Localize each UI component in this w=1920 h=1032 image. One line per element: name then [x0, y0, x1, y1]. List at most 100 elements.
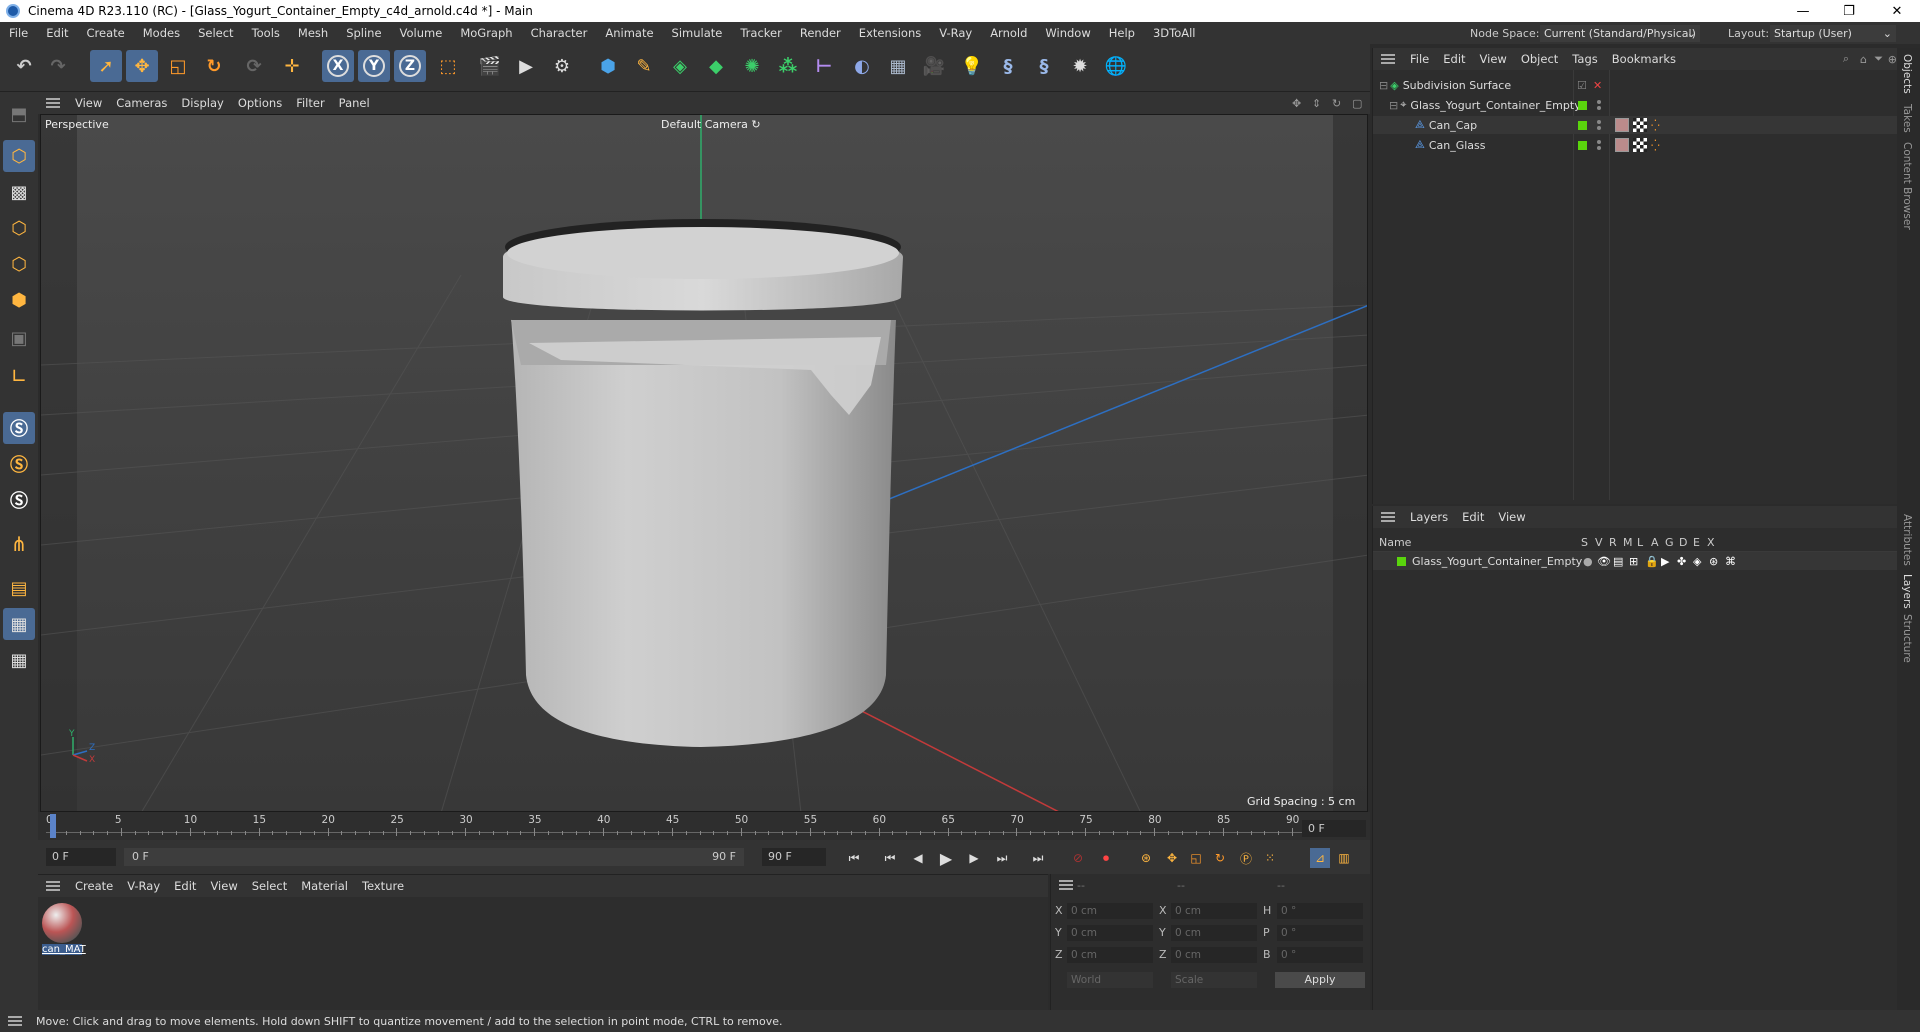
- scale-tool-icon[interactable]: ◱: [162, 50, 194, 82]
- layer-menu-layers[interactable]: Layers: [1403, 510, 1455, 524]
- tab-content-browser[interactable]: Content Browser: [1901, 142, 1913, 230]
- uvw-tag-icon[interactable]: [1633, 138, 1647, 152]
- grid-lines-icon[interactable]: ▦: [3, 608, 35, 640]
- next-frame-icon[interactable]: ▶: [964, 848, 984, 868]
- menu-mograph[interactable]: MoGraph: [451, 26, 521, 40]
- menu-character[interactable]: Character: [522, 26, 597, 40]
- snap-settings-icon[interactable]: Ⓢ: [3, 448, 35, 480]
- axis-x-lock-button[interactable]: X: [322, 50, 354, 82]
- size-z-field[interactable]: 0 cm: [1171, 947, 1257, 963]
- phong-tag-icon[interactable]: ⁛: [1651, 139, 1660, 152]
- points-mode-icon[interactable]: ⬡: [3, 212, 35, 244]
- position-x-field[interactable]: 0 cm: [1067, 903, 1153, 919]
- menu-animate[interactable]: Animate: [596, 26, 662, 40]
- key-selection-icon[interactable]: ⊛: [1136, 848, 1156, 868]
- object-row-can-cap[interactable]: ⟁ Can_Cap ⁛: [1373, 116, 1897, 134]
- previous-key-icon[interactable]: ⏮: [880, 848, 900, 868]
- tab-structure[interactable]: Structure: [1901, 614, 1913, 663]
- tab-objects[interactable]: Objects: [1901, 54, 1913, 94]
- go-to-end-icon[interactable]: ⏭: [1028, 848, 1048, 868]
- magnet-icon[interactable]: ⋔: [3, 528, 35, 560]
- viewport-zoom-icon[interactable]: ⇕: [1312, 97, 1321, 110]
- position-z-field[interactable]: 0 cm: [1067, 947, 1153, 963]
- coord-hamburger-icon[interactable]: [1059, 880, 1073, 890]
- play-forward-icon[interactable]: ▶: [936, 848, 956, 868]
- minimize-button[interactable]: —: [1780, 0, 1826, 22]
- material-swatch[interactable]: can_MAT: [42, 903, 86, 959]
- object-row-can-glass[interactable]: ⟁ Can_Glass ⁛: [1373, 136, 1897, 154]
- position-y-field[interactable]: 0 cm: [1067, 925, 1153, 941]
- tree-collapse-icon[interactable]: ⊟: [1379, 79, 1388, 92]
- visibility-dots[interactable]: [1597, 120, 1601, 130]
- field-icon[interactable]: ◐: [846, 50, 878, 82]
- visibility-dots[interactable]: [1597, 100, 1601, 110]
- timeline-ruler[interactable]: 051015202530354045505560657075808590 0 F: [38, 812, 1370, 840]
- texture-mode-icon[interactable]: ▩: [3, 176, 35, 208]
- model-mode-icon[interactable]: ⬡: [3, 140, 35, 172]
- layer-render-icon[interactable]: ▤: [1613, 555, 1623, 568]
- size-y-field[interactable]: 0 cm: [1171, 925, 1257, 941]
- material-tag-icon[interactable]: [1615, 138, 1629, 152]
- layer-deformers-icon[interactable]: ◈: [1693, 555, 1701, 568]
- new-view-icon[interactable]: ⊕: [1888, 53, 1897, 66]
- layer-generators-icon[interactable]: ✤: [1677, 555, 1686, 568]
- layer-xref-icon[interactable]: ⌘: [1725, 555, 1736, 568]
- start-frame-field[interactable]: 0 F: [46, 848, 116, 866]
- light-icon[interactable]: 💡: [956, 50, 988, 82]
- key-scale-icon[interactable]: ◱: [1186, 848, 1206, 868]
- current-frame-field[interactable]: 0 F: [1302, 820, 1366, 837]
- edges-mode-icon[interactable]: ⬡: [3, 248, 35, 280]
- menu-mesh[interactable]: Mesh: [289, 26, 337, 40]
- viewport-menu-display[interactable]: Display: [174, 96, 230, 110]
- material-menu-texture[interactable]: Texture: [355, 879, 411, 893]
- python-script-icon[interactable]: §: [1028, 50, 1060, 82]
- viewport-menu-cameras[interactable]: Cameras: [109, 96, 174, 110]
- tree-collapse-icon[interactable]: ⊟: [1389, 99, 1398, 112]
- menu-volume[interactable]: Volume: [391, 26, 452, 40]
- menu-render[interactable]: Render: [791, 26, 850, 40]
- quantize-icon[interactable]: Ⓢ: [3, 484, 35, 516]
- apply-button[interactable]: Apply: [1275, 972, 1365, 988]
- pen-spline-icon[interactable]: ✎: [628, 50, 660, 82]
- go-to-start-icon[interactable]: ⏮: [844, 848, 864, 868]
- layer-animation-icon[interactable]: ▶: [1661, 555, 1669, 568]
- menu-vray[interactable]: V-Ray: [930, 26, 981, 40]
- layer-row[interactable]: Glass_Yogurt_Container_Empty ● 👁 ▤ ⊞ 🔒 ▶…: [1373, 552, 1897, 570]
- tab-layers[interactable]: Layers: [1901, 574, 1913, 609]
- viewport-menu-view[interactable]: View: [68, 96, 109, 110]
- recent-tools-icon[interactable]: ⟳: [238, 50, 270, 82]
- make-editable-icon[interactable]: ⬒: [3, 98, 35, 130]
- rotation-p-field[interactable]: 0 °: [1277, 925, 1363, 941]
- menu-help[interactable]: Help: [1100, 26, 1144, 40]
- menu-select[interactable]: Select: [189, 26, 242, 40]
- globe-icon[interactable]: 🌐: [1100, 50, 1132, 82]
- layer-menu-view[interactable]: View: [1491, 510, 1532, 524]
- om-menu-edit[interactable]: Edit: [1436, 52, 1472, 66]
- move-tool-icon[interactable]: ✥: [126, 50, 158, 82]
- viewport-menu-panel[interactable]: Panel: [332, 96, 377, 110]
- end-frame-field[interactable]: 90 F: [762, 848, 826, 866]
- transform-tool-icon[interactable]: ✛: [276, 50, 308, 82]
- uv-mode-icon[interactable]: ▣: [3, 322, 35, 354]
- object-manager-hamburger-icon[interactable]: [1381, 54, 1395, 64]
- material-menu-create[interactable]: Create: [68, 879, 120, 893]
- settings-gear-icon[interactable]: ✹: [1064, 50, 1096, 82]
- 3d-viewport[interactable]: Perspective Default Camera ↻ Grid Spacin…: [40, 114, 1368, 812]
- rotation-h-field[interactable]: 0 °: [1277, 903, 1363, 919]
- frame-range-slider[interactable]: 0 F 90 F: [124, 848, 744, 866]
- layer-manager-icon[interactable]: ⊞: [1629, 555, 1638, 568]
- menu-3dtoall[interactable]: 3DToAll: [1144, 26, 1205, 40]
- size-mode-dropdown[interactable]: Scale: [1171, 972, 1257, 988]
- node-space-dropdown[interactable]: Current (Standard/Physical) ⌄: [1540, 24, 1700, 42]
- coordinate-system-icon[interactable]: ⬚: [432, 50, 464, 82]
- menu-spline[interactable]: Spline: [337, 26, 390, 40]
- om-menu-object[interactable]: Object: [1514, 52, 1565, 66]
- key-parameter-icon[interactable]: Ⓟ: [1236, 848, 1256, 868]
- edit-check-icon[interactable]: ☑: [1577, 79, 1587, 92]
- search-icon[interactable]: ⌕: [1843, 52, 1849, 66]
- layer-color-swatch[interactable]: [1397, 556, 1406, 566]
- viewport-pan-icon[interactable]: ✥: [1292, 97, 1301, 110]
- key-point-level-icon[interactable]: ⁙: [1260, 848, 1280, 868]
- key-rotation-icon[interactable]: ↻: [1210, 848, 1230, 868]
- material-tag-icon[interactable]: [1615, 118, 1629, 132]
